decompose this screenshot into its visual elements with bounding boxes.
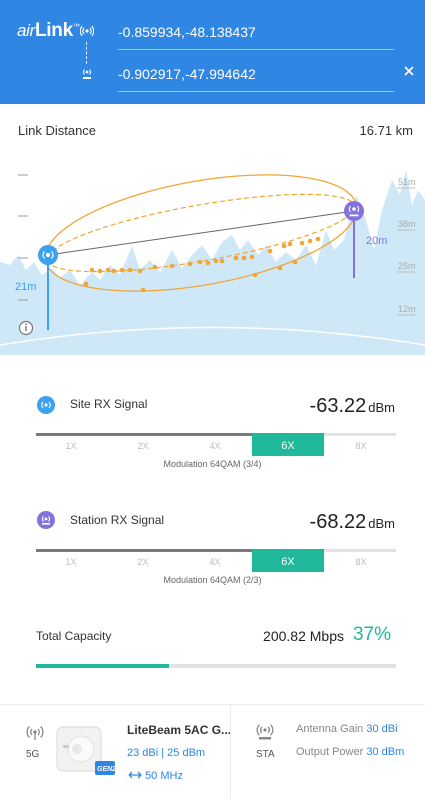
station-modulation-caption: Modulation 64QAM (2/3) bbox=[163, 575, 262, 585]
site-modulation-caption: Modulation 64QAM (3/4) bbox=[163, 459, 262, 469]
level-1x: 1X bbox=[65, 557, 77, 567]
device-footer: 5G GEN2 LiteBeam 5AC G... 23 dBi | 25 dB… bbox=[0, 704, 425, 799]
site-coordinates-input[interactable]: -0.859934,-48.138437 bbox=[118, 24, 394, 50]
level-4x: 4X bbox=[209, 441, 221, 451]
station-coordinates-input[interactable]: -0.902917,-47.994642 bbox=[118, 66, 394, 92]
airlink-logo: airLink™ bbox=[17, 20, 80, 41]
scale-label-25m: 25m bbox=[398, 261, 416, 271]
scale-label-12m: 12m bbox=[398, 304, 416, 314]
capacity-percent: 37% bbox=[352, 624, 391, 645]
sta-antenna-icon bbox=[256, 723, 274, 741]
level-2x: 2X bbox=[137, 441, 149, 451]
device-spec: 23 dBi | 25 dBm bbox=[127, 747, 206, 759]
total-capacity-value: 200.82 Mbps bbox=[263, 628, 344, 644]
device-badge: GEN2 bbox=[97, 766, 116, 773]
level-8x: 8X bbox=[355, 441, 367, 451]
scale-label-51m: 51m bbox=[398, 177, 416, 187]
channel-width-icon bbox=[128, 770, 145, 782]
site-modulation-bar: 6X 1X 2X 4X 8X bbox=[36, 433, 396, 456]
output-power[interactable]: Output Power 30 dBm bbox=[296, 746, 404, 758]
device-image[interactable]: GEN2 bbox=[55, 725, 117, 777]
elevation-profile: 51m 38m 25m 12m 21m 20m bbox=[0, 150, 425, 355]
footer-divider bbox=[230, 705, 231, 799]
station-modulation-bar: 6X 1X 2X 4X 8X bbox=[36, 549, 396, 572]
close-icon[interactable] bbox=[401, 63, 417, 79]
station-antenna-icon bbox=[37, 511, 55, 529]
level-4x: 4X bbox=[209, 557, 221, 567]
level-2x: 2X bbox=[137, 557, 149, 567]
link-connector bbox=[86, 42, 87, 64]
elevation-profile-graphic: 51m 38m 25m 12m 21m 20m bbox=[0, 170, 425, 355]
link-distance-value: 16.71 km bbox=[359, 123, 413, 138]
station-marker bbox=[344, 201, 364, 221]
info-icon[interactable] bbox=[18, 320, 34, 336]
site-rx-value: -63.22 dBm bbox=[309, 395, 395, 417]
station-height: 20m bbox=[366, 235, 387, 247]
antenna-icon bbox=[79, 24, 95, 38]
level-1x: 1X bbox=[65, 441, 77, 451]
site-rx-label: Site RX Signal bbox=[70, 397, 148, 411]
site-height: 21m bbox=[15, 281, 36, 293]
total-capacity-label: Total Capacity bbox=[36, 629, 112, 643]
mode-label: STA bbox=[256, 749, 275, 760]
band-label: 5G bbox=[26, 749, 40, 760]
scale-label-38m: 38m bbox=[398, 219, 416, 229]
header: airLink™ -0.859934,-48.138437 -0.902917,… bbox=[0, 0, 425, 104]
capacity-bar-fill bbox=[36, 664, 170, 668]
device-name[interactable]: LiteBeam 5AC G... bbox=[127, 723, 231, 737]
capacity-bar bbox=[36, 664, 396, 668]
site-antenna-icon bbox=[37, 396, 55, 414]
wireless-icon bbox=[26, 723, 44, 741]
site-modulation-active: 6X bbox=[252, 433, 324, 456]
station-icon bbox=[80, 66, 94, 80]
antenna-gain[interactable]: Antenna Gain 30 dBi bbox=[296, 723, 398, 735]
station-rx-value: -68.22 dBm bbox=[309, 511, 395, 533]
level-8x: 8X bbox=[355, 557, 367, 567]
link-distance-label: Link Distance bbox=[18, 123, 97, 138]
station-modulation-active: 6X bbox=[252, 549, 324, 572]
channel-width[interactable]: 50 MHz bbox=[128, 770, 183, 782]
station-rx-label: Station RX Signal bbox=[70, 513, 165, 527]
